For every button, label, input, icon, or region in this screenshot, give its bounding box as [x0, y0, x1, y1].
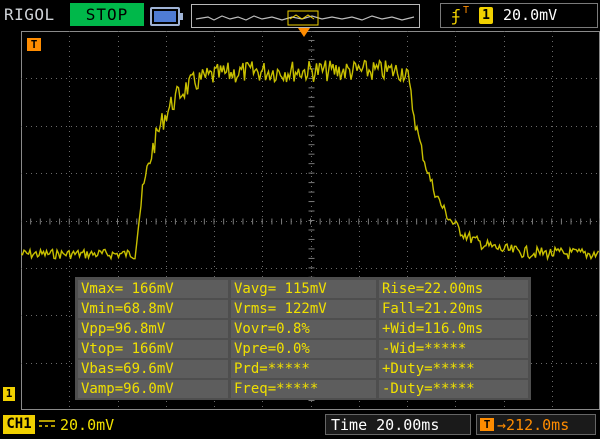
- measurement-cell: +Wid=116.0ms: [379, 320, 528, 338]
- measurement-cell: Vamp=96.0mV: [78, 380, 228, 398]
- trigger-delay-icon: T: [480, 418, 494, 431]
- measurement-panel: Vmax= 166mV Vavg= 115mV Rise=22.00ms Vmin=6…: [75, 277, 531, 400]
- measurement-cell: Vrms= 122mV: [231, 300, 376, 318]
- rising-edge-icon: ʄ: [451, 6, 461, 25]
- measurement-cell: Vbas=69.6mV: [78, 360, 228, 378]
- measurement-row: Vpp=96.8mV Vovr=0.8% +Wid=116.0ms: [75, 319, 531, 339]
- trigger-settings[interactable]: ʄ 1 20.0mV: [440, 3, 598, 28]
- measurement-cell: Prd=*****: [231, 360, 376, 378]
- measurement-cell: Vpre=0.0%: [231, 340, 376, 358]
- trigger-position-marker[interactable]: [298, 28, 310, 37]
- measurement-cell: Vavg= 115mV: [231, 280, 376, 298]
- measurement-cell: -Wid=*****: [379, 340, 528, 358]
- measurement-cell: Freq=*****: [231, 380, 376, 398]
- measurement-row: Vtop= 166mV Vpre=0.0% -Wid=*****: [75, 339, 531, 359]
- measurement-cell: Vmin=68.8mV: [78, 300, 228, 318]
- battery-icon: [150, 7, 183, 26]
- measurement-cell: -Duty=*****: [379, 380, 528, 398]
- measurement-row: Vmin=68.8mV Vrms= 122mV Fall=21.20ms: [75, 299, 531, 319]
- bottom-status-bar: CH1 20.0mV Time 20.00ms T →212.0ms: [0, 410, 600, 439]
- run-stop-status[interactable]: STOP: [70, 3, 144, 26]
- channel1-trace: [21, 58, 600, 262]
- timebase-readout[interactable]: Time 20.00ms: [325, 414, 471, 435]
- measurement-cell: Vovr=0.8%: [231, 320, 376, 338]
- measurement-cell: Vmax= 166mV: [78, 280, 228, 298]
- channel1-scale: 20.0mV: [60, 416, 115, 434]
- trigger-delay-value: →212.0ms: [497, 416, 570, 434]
- top-status-bar: RIGOL STOP T ʄ 1 20.0mV: [0, 0, 600, 30]
- memory-overview: T: [191, 4, 469, 28]
- channel1-ground-marker[interactable]: 1: [3, 387, 15, 401]
- measurement-cell: Vtop= 166mV: [78, 340, 228, 358]
- measurement-cell: Fall=21.20ms: [379, 300, 528, 318]
- measurement-cell: +Duty=*****: [379, 360, 528, 378]
- trigger-level-value: 20.0mV: [503, 6, 558, 24]
- trigger-delay-readout[interactable]: T →212.0ms: [476, 414, 596, 435]
- brand-logo: RIGOL: [4, 5, 55, 24]
- trigger-source-badge: 1: [479, 7, 493, 24]
- measurement-row: Vamp=96.0mV Freq=***** -Duty=*****: [75, 379, 531, 399]
- measurement-row: Vbas=69.6mV Prd=***** +Duty=*****: [75, 359, 531, 379]
- measurement-cell: Rise=22.00ms: [379, 280, 528, 298]
- measurement-cell: Vpp=96.8mV: [78, 320, 228, 338]
- measurement-row: Vmax= 166mV Vavg= 115mV Rise=22.00ms: [75, 279, 531, 299]
- channel1-badge[interactable]: CH1: [3, 415, 35, 434]
- dc-coupling-icon: [39, 420, 55, 427]
- trigger-level-marker[interactable]: T: [27, 38, 41, 51]
- waveform-overview-icon: [195, 10, 415, 26]
